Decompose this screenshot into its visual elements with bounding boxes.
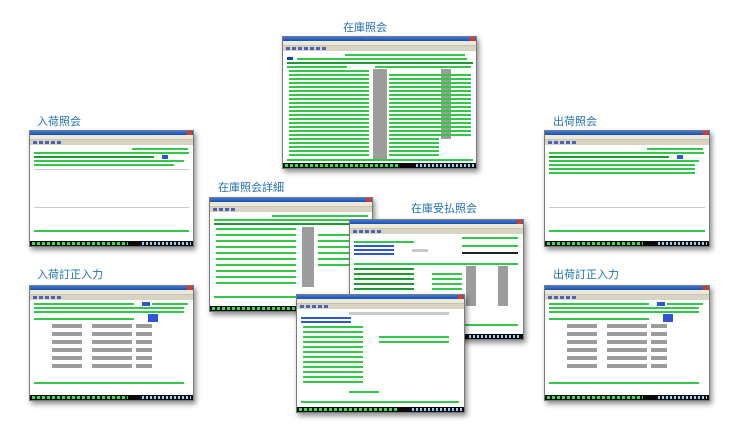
status-bar bbox=[297, 407, 464, 412]
caption-zaiko-ukeharai-shokai: 在庫受払照会 bbox=[411, 202, 477, 215]
caption-shukka-shokai: 出荷照会 bbox=[553, 115, 597, 128]
status-bar bbox=[30, 241, 193, 246]
window-front-detail[interactable] bbox=[296, 294, 465, 413]
window-nyuka-shokai[interactable] bbox=[29, 130, 194, 247]
status-bar bbox=[30, 395, 193, 400]
toolbar[interactable] bbox=[297, 304, 464, 309]
screen-body bbox=[547, 302, 707, 393]
caption-zaiko-shokai-shosai: 在庫照会詳細 bbox=[218, 181, 284, 194]
toolbar[interactable] bbox=[283, 46, 476, 51]
window-zaiko-shokai[interactable] bbox=[282, 36, 477, 169]
status-bar bbox=[545, 395, 709, 400]
screen-body bbox=[212, 214, 370, 304]
toolbar[interactable] bbox=[210, 207, 372, 212]
screen-body bbox=[32, 302, 191, 393]
window-shukka-shokai[interactable] bbox=[544, 130, 710, 247]
screen-body bbox=[285, 53, 474, 161]
screen-body bbox=[299, 311, 462, 405]
toolbar[interactable] bbox=[545, 295, 709, 300]
status-bar bbox=[283, 163, 476, 168]
caption-zaiko-shokai: 在庫照会 bbox=[343, 21, 387, 34]
window-nyuka-teisei-nyuryoku[interactable] bbox=[29, 285, 194, 401]
toolbar[interactable] bbox=[350, 229, 523, 234]
screen-body bbox=[32, 147, 191, 239]
caption-shukka-teisei-nyuryoku: 出荷訂正入力 bbox=[553, 268, 619, 281]
toolbar[interactable] bbox=[545, 140, 709, 145]
toolbar[interactable] bbox=[30, 295, 193, 300]
window-shukka-teisei-nyuryoku[interactable] bbox=[544, 285, 710, 401]
screen-body bbox=[547, 147, 707, 239]
toolbar[interactable] bbox=[30, 140, 193, 145]
caption-nyuka-teisei-nyuryoku: 入荷訂正入力 bbox=[37, 268, 103, 281]
status-bar bbox=[545, 241, 709, 246]
caption-nyuka-shokai: 入荷照会 bbox=[37, 115, 81, 128]
